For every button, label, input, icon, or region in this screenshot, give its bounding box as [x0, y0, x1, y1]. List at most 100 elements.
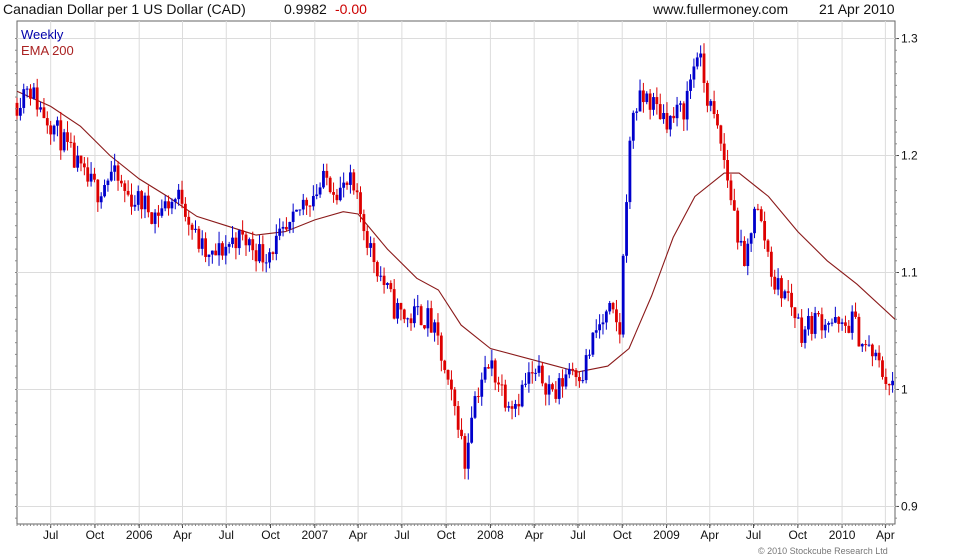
candle-body — [301, 199, 305, 210]
candle-body — [433, 322, 436, 333]
candle-body — [305, 199, 309, 206]
candle-body — [116, 165, 120, 181]
candle-body — [618, 322, 622, 335]
candle-body — [136, 191, 140, 205]
candle-body — [638, 90, 642, 112]
candle-body — [561, 378, 564, 387]
legend-weekly: Weekly — [21, 27, 64, 42]
candle-body — [578, 377, 581, 382]
candle-body — [807, 316, 810, 330]
candle-body — [739, 240, 743, 243]
candle-body — [221, 243, 224, 256]
candle-body — [615, 309, 618, 323]
candle-body — [722, 143, 726, 161]
candle-body — [729, 180, 733, 201]
candle-body — [483, 367, 487, 380]
candle-body — [106, 180, 110, 186]
candle-body — [153, 212, 157, 224]
candle-body — [96, 179, 100, 203]
candle-body — [231, 237, 234, 245]
candle-body — [854, 311, 857, 317]
candle-body — [379, 275, 383, 277]
candle-body — [146, 195, 150, 213]
candle-body — [554, 389, 558, 399]
candle-body — [567, 368, 571, 375]
candle-body — [877, 352, 881, 361]
candle-body — [140, 191, 144, 210]
candle-body — [241, 230, 245, 235]
candle-body — [665, 112, 669, 130]
candle-body — [884, 376, 888, 384]
candle-body — [645, 93, 649, 103]
candle-body — [514, 403, 517, 409]
candle-body — [780, 278, 783, 299]
candle-body — [214, 250, 218, 256]
x-axis: Jul Oct 2006 Apr Jul Oct 2007 Apr Jul Oct 2008 Apr J… — [16, 524, 895, 542]
candle-body — [500, 384, 504, 386]
candle-body — [672, 115, 676, 119]
candle-body — [544, 383, 548, 395]
x-tick-label: Jul — [394, 528, 409, 542]
candle-body — [308, 205, 312, 207]
candle-body — [62, 132, 66, 151]
candle-body — [335, 194, 339, 201]
candle-body — [689, 79, 692, 91]
candle-body — [601, 322, 605, 325]
candle-body — [611, 303, 615, 310]
candle-body — [648, 93, 652, 110]
candle-body — [268, 252, 271, 263]
candle-body — [224, 246, 228, 256]
candle-body — [857, 316, 861, 347]
candle-body — [655, 97, 659, 105]
candle-body — [870, 344, 874, 357]
x-tick-label: Apr — [525, 528, 544, 542]
x-tick-label: Apr — [349, 528, 368, 542]
candle-body — [470, 417, 474, 443]
candle-body — [732, 200, 736, 211]
candle-body — [837, 317, 841, 324]
candle-body — [631, 112, 635, 141]
candle-body — [537, 365, 541, 373]
candle-body — [311, 196, 315, 207]
candle-body — [753, 208, 756, 234]
x-tick-label: Oct — [437, 528, 456, 542]
candle-body — [234, 237, 238, 249]
candle-body — [446, 369, 450, 380]
x-tick-label: Apr — [173, 528, 192, 542]
candle-body — [716, 114, 719, 126]
candle-body — [726, 160, 729, 181]
candle-body — [82, 163, 86, 168]
candle-body — [345, 182, 349, 185]
y-tick-label: 1.3 — [901, 32, 918, 46]
candle-body — [79, 155, 83, 164]
candle-body — [386, 283, 389, 285]
x-tick-label: 2008 — [477, 528, 504, 542]
candle-body — [365, 231, 369, 248]
x-tick-label: Jul — [570, 528, 585, 542]
candle-body — [800, 317, 804, 343]
candle-body — [463, 436, 467, 469]
candle-body — [840, 322, 844, 324]
x-tick-label: 2010 — [829, 528, 856, 542]
candle-body — [864, 344, 868, 346]
candle-body — [503, 384, 507, 408]
candle-body — [520, 384, 524, 407]
candle-body — [591, 332, 595, 355]
candle-body — [793, 307, 797, 319]
candle-body — [399, 302, 403, 310]
candle-body — [497, 382, 500, 385]
candle-body — [99, 196, 103, 203]
candle-body — [45, 118, 49, 126]
candle-body — [254, 250, 258, 262]
candle-body — [423, 325, 426, 329]
x-tick-label: Oct — [788, 528, 807, 542]
candle-body — [382, 275, 386, 285]
candle-body — [338, 187, 342, 201]
candle-body — [419, 306, 423, 326]
candle-body — [392, 289, 396, 319]
candle-body — [524, 383, 527, 385]
candle-body — [52, 125, 56, 135]
candle-body — [820, 314, 824, 331]
candle-body — [429, 308, 433, 333]
candle-body — [847, 325, 851, 333]
